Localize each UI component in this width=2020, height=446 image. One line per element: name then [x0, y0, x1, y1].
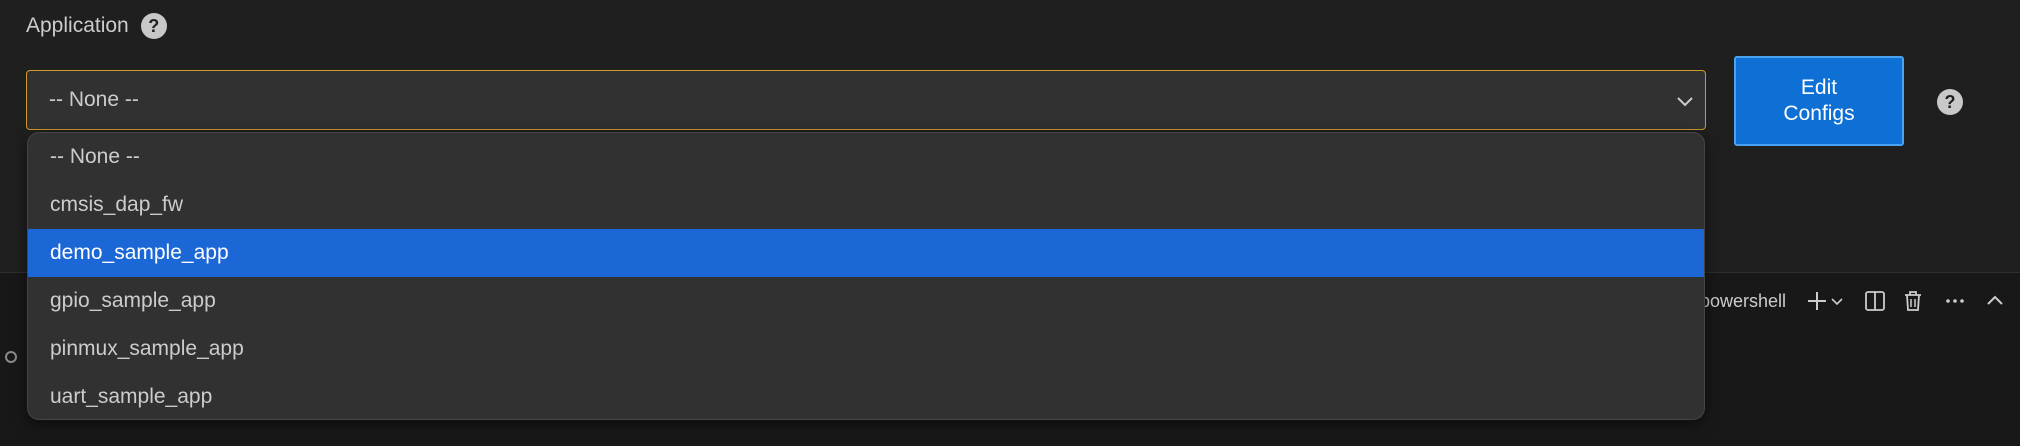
- dropdown-option[interactable]: gpio_sample_app: [28, 277, 1704, 325]
- chevron-up-icon[interactable]: [1978, 284, 2012, 318]
- application-label-row: Application ?: [26, 10, 167, 42]
- terminal-shell-label[interactable]: powershell: [1700, 291, 1786, 312]
- window: powershell Application ? -- None -- Edit…: [0, 0, 2020, 446]
- chevron-down-icon: [1677, 97, 1693, 107]
- more-icon[interactable]: [1938, 284, 1972, 318]
- application-select[interactable]: -- None --: [26, 70, 1706, 130]
- application-dropdown-list: -- None -- cmsis_dap_fw demo_sample_app …: [27, 132, 1705, 420]
- terminal-toolbar: powershell: [1700, 284, 2012, 318]
- circle-marker-icon: [5, 351, 17, 363]
- trash-icon[interactable]: [1896, 284, 1930, 318]
- help-icon[interactable]: ?: [140, 13, 167, 39]
- edit-configs-button[interactable]: Edit Configs: [1734, 56, 1904, 146]
- split-icon[interactable]: [1858, 284, 1892, 318]
- chevron-down-icon[interactable]: [1828, 284, 1846, 318]
- edit-configs-label: Edit Configs: [1783, 76, 1855, 125]
- application-select-value: -- None --: [49, 88, 139, 111]
- dropdown-option[interactable]: cmsis_dap_fw: [28, 181, 1704, 229]
- help-icon[interactable]: ?: [1937, 89, 1963, 115]
- dropdown-option[interactable]: -- None --: [28, 133, 1704, 181]
- application-label: Application: [26, 14, 129, 37]
- dropdown-option-highlighted[interactable]: demo_sample_app: [28, 229, 1704, 277]
- dropdown-option[interactable]: uart_sample_app: [28, 373, 1704, 419]
- dropdown-option[interactable]: pinmux_sample_app: [28, 325, 1704, 373]
